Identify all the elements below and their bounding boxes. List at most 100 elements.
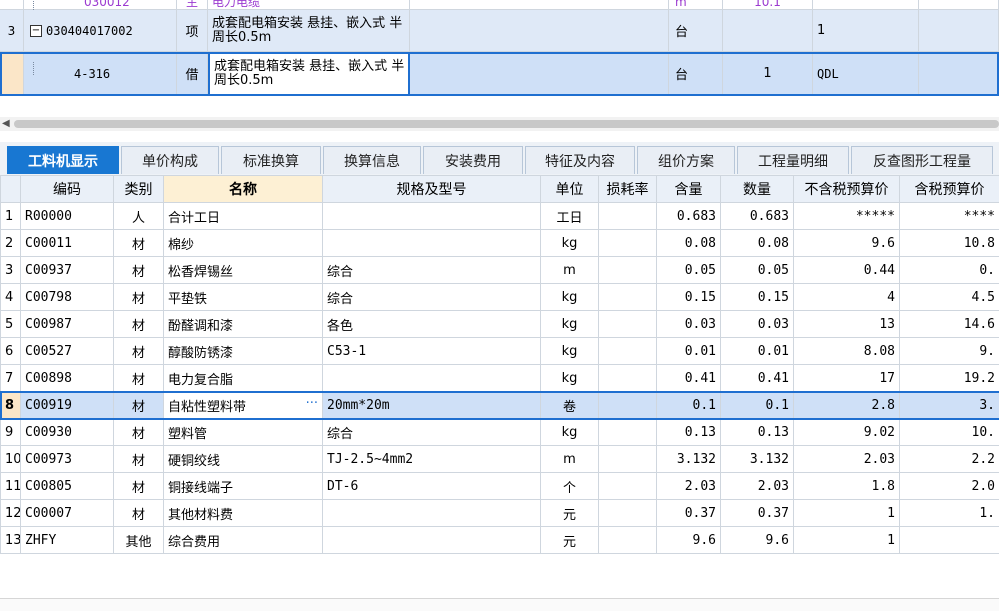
table-row[interactable]: 5C00987材酚醛调和漆各色kg0.030.031314.6 bbox=[1, 311, 999, 338]
material-unit[interactable]: 元 bbox=[541, 527, 599, 554]
material-spec[interactable]: 20mm*20m bbox=[323, 392, 541, 419]
material-price-incl-tax[interactable]: 14.6 bbox=[900, 311, 999, 338]
column-header-price-incl-tax[interactable]: 含税预算价 bbox=[900, 176, 999, 203]
material-price-excl-tax[interactable]: 4 bbox=[794, 284, 900, 311]
material-code[interactable]: ZHFY bbox=[21, 527, 114, 554]
material-spec[interactable] bbox=[323, 203, 541, 230]
material-spec[interactable]: C53-1 bbox=[323, 338, 541, 365]
material-content[interactable]: 0.683 bbox=[657, 203, 721, 230]
material-category[interactable]: 材 bbox=[114, 392, 164, 419]
material-content[interactable]: 0.41 bbox=[657, 365, 721, 392]
material-category[interactable]: 材 bbox=[114, 473, 164, 500]
material-code[interactable]: C00007 bbox=[21, 500, 114, 527]
material-price-excl-tax[interactable]: 1.8 bbox=[794, 473, 900, 500]
more-options-icon[interactable]: ··· bbox=[306, 396, 318, 411]
material-price-incl-tax[interactable]: 2.0 bbox=[900, 473, 999, 500]
material-name[interactable]: 自粘性塑料带··· bbox=[164, 392, 323, 419]
material-loss-rate[interactable] bbox=[599, 311, 657, 338]
material-price-excl-tax[interactable]: 9.6 bbox=[794, 230, 900, 257]
table-row[interactable]: 8C00919材自粘性塑料带···20mm*20m卷0.10.12.83. bbox=[1, 392, 999, 419]
material-quantity[interactable]: 0.01 bbox=[721, 338, 794, 365]
material-price-incl-tax[interactable]: 4.5 bbox=[900, 284, 999, 311]
material-price-excl-tax[interactable]: 17 bbox=[794, 365, 900, 392]
material-code[interactable]: C00805 bbox=[21, 473, 114, 500]
material-spec[interactable]: 各色 bbox=[323, 311, 541, 338]
material-quantity[interactable]: 0.05 bbox=[721, 257, 794, 284]
tab-features[interactable]: 特征及内容 bbox=[525, 146, 635, 174]
material-quantity[interactable]: 0.13 bbox=[721, 419, 794, 446]
material-content[interactable]: 0.08 bbox=[657, 230, 721, 257]
material-code[interactable]: C00798 bbox=[21, 284, 114, 311]
material-name[interactable]: 电力复合脂 bbox=[164, 365, 323, 392]
material-spec[interactable]: DT-6 bbox=[323, 473, 541, 500]
tab-pricing-scheme[interactable]: 组价方案 bbox=[637, 146, 735, 174]
material-name[interactable]: 酚醛调和漆 bbox=[164, 311, 323, 338]
material-spec[interactable]: 综合 bbox=[323, 419, 541, 446]
column-header-spec[interactable]: 规格及型号 bbox=[323, 176, 541, 203]
material-price-incl-tax[interactable]: 9. bbox=[900, 338, 999, 365]
material-quantity[interactable]: 0.41 bbox=[721, 365, 794, 392]
material-unit[interactable]: 卷 bbox=[541, 392, 599, 419]
material-name[interactable]: 硬铜绞线 bbox=[164, 446, 323, 473]
table-row[interactable]: 11C00805材铜接线端子DT-6个2.032.031.82.0 bbox=[1, 473, 999, 500]
material-unit[interactable]: 个 bbox=[541, 473, 599, 500]
material-category[interactable]: 材 bbox=[114, 230, 164, 257]
material-price-excl-tax[interactable]: 13 bbox=[794, 311, 900, 338]
material-content[interactable]: 0.03 bbox=[657, 311, 721, 338]
table-row[interactable]: 6C00527材醇酸防锈漆C53-1kg0.010.018.089. bbox=[1, 338, 999, 365]
material-code[interactable]: C00898 bbox=[21, 365, 114, 392]
material-code[interactable]: C00987 bbox=[21, 311, 114, 338]
material-name[interactable]: 铜接线端子 bbox=[164, 473, 323, 500]
material-price-incl-tax[interactable] bbox=[900, 527, 999, 554]
material-price-excl-tax[interactable]: 1 bbox=[794, 527, 900, 554]
material-price-incl-tax[interactable]: 10.8 bbox=[900, 230, 999, 257]
material-spec[interactable] bbox=[323, 230, 541, 257]
material-name[interactable]: 醇酸防锈漆 bbox=[164, 338, 323, 365]
material-content[interactable]: 3.132 bbox=[657, 446, 721, 473]
material-loss-rate[interactable] bbox=[599, 365, 657, 392]
column-header-name[interactable]: 名称 bbox=[164, 176, 323, 203]
material-quantity[interactable]: 3.132 bbox=[721, 446, 794, 473]
material-quantity[interactable]: 0.683 bbox=[721, 203, 794, 230]
item-name-editor[interactable]: 成套配电箱安装 悬挂、嵌入式 半周长0.5m bbox=[208, 52, 410, 96]
horizontal-scrollbar[interactable]: ◀ bbox=[0, 117, 999, 131]
material-spec[interactable] bbox=[323, 500, 541, 527]
material-name[interactable]: 塑料管 bbox=[164, 419, 323, 446]
material-category[interactable]: 材 bbox=[114, 338, 164, 365]
material-loss-rate[interactable] bbox=[599, 500, 657, 527]
material-code[interactable]: C00011 bbox=[21, 230, 114, 257]
material-name[interactable]: 综合费用 bbox=[164, 527, 323, 554]
material-content[interactable]: 0.13 bbox=[657, 419, 721, 446]
tab-material-display[interactable]: 工料机显示 bbox=[7, 146, 119, 174]
tab-reverse-lookup[interactable]: 反查图形工程量 bbox=[851, 146, 993, 174]
material-unit[interactable]: m bbox=[541, 446, 599, 473]
material-loss-rate[interactable] bbox=[599, 284, 657, 311]
material-spec[interactable] bbox=[323, 365, 541, 392]
material-code[interactable]: C00937 bbox=[21, 257, 114, 284]
tab-standard-conversion[interactable]: 标准换算 bbox=[221, 146, 321, 174]
scrollbar-thumb[interactable] bbox=[14, 120, 999, 128]
material-loss-rate[interactable] bbox=[599, 257, 657, 284]
material-price-excl-tax[interactable]: 0.44 bbox=[794, 257, 900, 284]
table-row[interactable]: 4C00798材平垫铁综合kg0.150.1544.5 bbox=[1, 284, 999, 311]
material-code[interactable]: C00930 bbox=[21, 419, 114, 446]
material-loss-rate[interactable] bbox=[599, 392, 657, 419]
column-header-price-excl-tax[interactable]: 不含税预算价 bbox=[794, 176, 900, 203]
column-header-content[interactable]: 含量 bbox=[657, 176, 721, 203]
table-row[interactable]: 3C00937材松香焊锡丝综合m0.050.050.440. bbox=[1, 257, 999, 284]
material-content[interactable]: 9.6 bbox=[657, 527, 721, 554]
column-header-quantity[interactable]: 数量 bbox=[721, 176, 794, 203]
table-row[interactable]: 13ZHFY其他综合费用元9.69.61 bbox=[1, 527, 999, 554]
material-unit[interactable]: kg bbox=[541, 284, 599, 311]
material-category[interactable]: 其他 bbox=[114, 527, 164, 554]
material-category[interactable]: 材 bbox=[114, 419, 164, 446]
material-quantity[interactable]: 9.6 bbox=[721, 527, 794, 554]
material-content[interactable]: 0.1 bbox=[657, 392, 721, 419]
material-loss-rate[interactable] bbox=[599, 473, 657, 500]
material-name[interactable]: 其他材料费 bbox=[164, 500, 323, 527]
material-price-incl-tax[interactable]: 3. bbox=[900, 392, 999, 419]
tab-installation-fees[interactable]: 安装费用 bbox=[423, 146, 523, 174]
material-quantity[interactable]: 0.03 bbox=[721, 311, 794, 338]
table-row[interactable]: 2C00011材棉纱kg0.080.089.610.8 bbox=[1, 230, 999, 257]
material-spec[interactable]: 综合 bbox=[323, 284, 541, 311]
